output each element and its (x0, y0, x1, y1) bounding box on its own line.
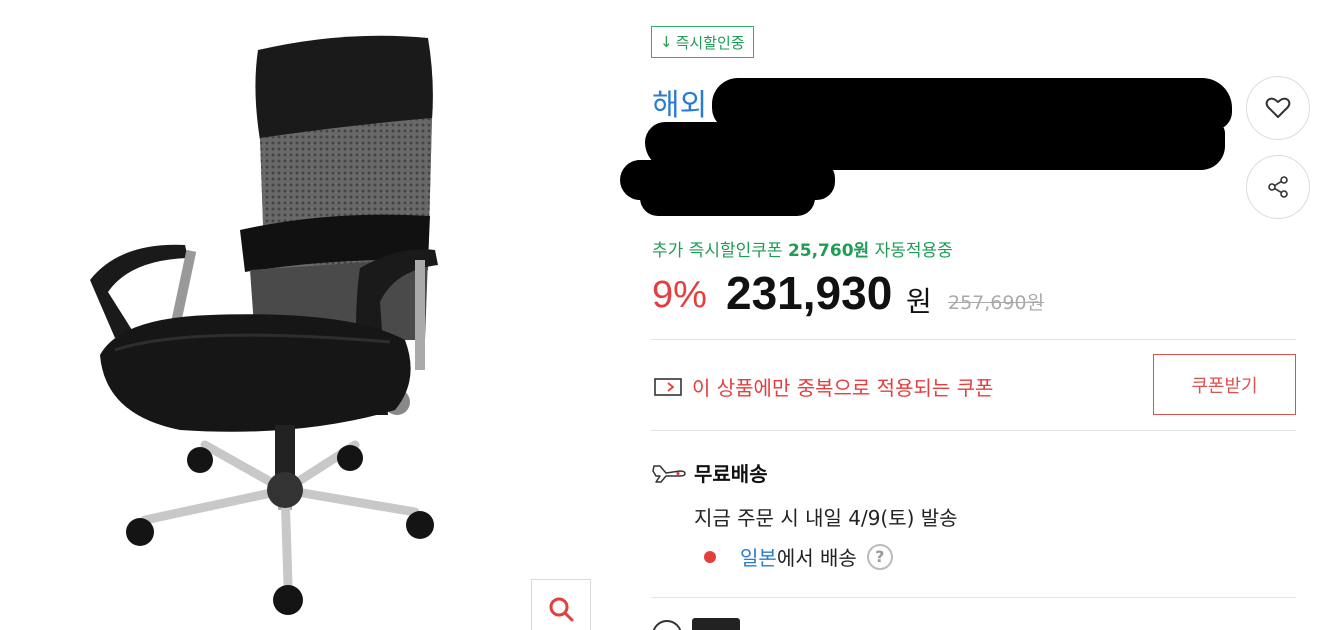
auto-coupon-line: 추가 즉시할인쿠폰 25,760원 자동적용중 (652, 236, 953, 261)
redaction-block (640, 180, 815, 216)
airplane-icon (652, 464, 686, 483)
origin-suffix: 에서 배송 (776, 546, 857, 570)
help-icon[interactable]: ? (866, 543, 893, 570)
next-section-label (692, 618, 740, 630)
origin-dot (704, 550, 716, 563)
shipping-header: 무료배송 (652, 458, 768, 487)
badge-label: 즉시할인중 (675, 33, 745, 52)
divider (651, 430, 1296, 431)
shipping-title: 무료배송 (694, 462, 768, 486)
heart-icon (1265, 97, 1291, 118)
discount-rate: 9% (652, 274, 707, 316)
zoom-button[interactable] (531, 579, 591, 630)
shipping-date: 지금 주문 시 내일 4/9(토) 발송 (694, 506, 958, 530)
duplicate-coupon-info: 이 상품에만 중복으로 적용되는 쿠폰 (654, 372, 993, 401)
coupon-icon (654, 377, 682, 396)
sale-price: 231,930 (726, 267, 893, 319)
share-icon (1268, 176, 1288, 198)
down-arrow-icon: ↓ (660, 33, 673, 51)
divider (651, 339, 1296, 340)
product-image (60, 20, 480, 630)
product-title: 해외 (652, 88, 708, 123)
office-chair-image (90, 35, 438, 615)
coupon-prefix: 추가 즉시할인쿠폰 (652, 241, 783, 261)
currency-unit: 원 (906, 285, 932, 318)
wishlist-button[interactable] (1246, 76, 1310, 140)
instant-discount-badge: ↓ 즉시할인중 (651, 26, 754, 58)
original-price: 257,690원 (948, 292, 1045, 314)
divider (651, 597, 1296, 598)
next-section-icon (652, 620, 682, 630)
origin-country-link[interactable]: 일본 (740, 542, 777, 571)
duplicate-coupon-text: 이 상품에만 중복으로 적용되는 쿠폰 (692, 376, 994, 400)
get-coupon-button[interactable]: 쿠폰받기 (1153, 354, 1296, 415)
search-icon (549, 597, 574, 622)
shipping-origin: 일본 에서 배송 ? (704, 542, 893, 571)
share-button[interactable] (1246, 155, 1310, 219)
coupon-suffix: 자동적용중 (874, 241, 953, 261)
coupon-amount: 25,760원 (787, 241, 870, 261)
